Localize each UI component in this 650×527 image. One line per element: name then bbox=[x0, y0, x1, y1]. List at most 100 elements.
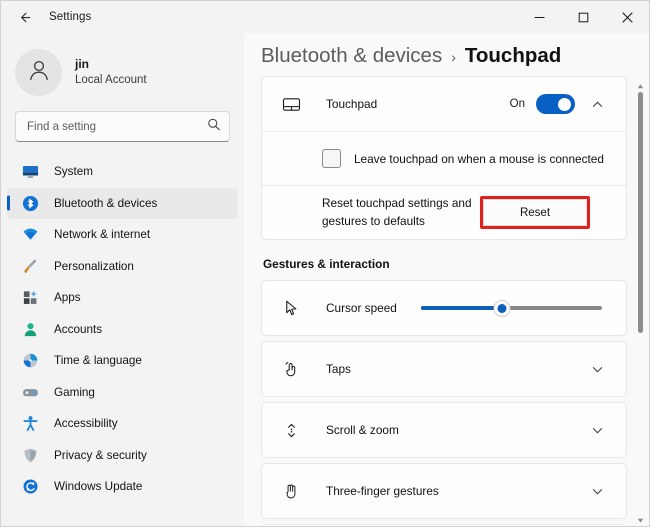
account-text: jin Local Account bbox=[75, 57, 147, 87]
account-type: Local Account bbox=[75, 73, 147, 86]
scrollbar-thumb[interactable] bbox=[638, 92, 643, 333]
sidebar-item-time-language[interactable]: Time & language bbox=[7, 345, 238, 377]
three-finger-hand-icon bbox=[280, 480, 302, 502]
scroll-zoom-row[interactable]: Scroll & zoom bbox=[262, 403, 626, 457]
touchpad-toggle-row[interactable]: Touchpad On bbox=[262, 77, 626, 131]
main-content: Bluetooth & devices › Touchpad Touchpad … bbox=[244, 33, 649, 526]
next-card-partial[interactable] bbox=[261, 524, 627, 526]
person-avatar-icon bbox=[26, 57, 52, 88]
search-input[interactable] bbox=[15, 111, 230, 142]
slider-fill bbox=[420, 306, 503, 310]
sidebar-item-bluetooth-devices[interactable]: Bluetooth & devices bbox=[7, 187, 238, 219]
three-finger-gestures-label: Three-finger gestures bbox=[326, 484, 439, 498]
avatar bbox=[15, 48, 62, 96]
cursor-arrow-icon bbox=[280, 297, 302, 319]
breadcrumb-parent-link[interactable]: Bluetooth & devices bbox=[261, 44, 442, 68]
touchpad-icon bbox=[280, 93, 302, 115]
sidebar-nav: System Bluetooth & devices Network & int… bbox=[1, 156, 244, 526]
three-finger-gestures-row[interactable]: Three-finger gestures bbox=[262, 464, 626, 518]
sidebar-item-gaming[interactable]: Gaming bbox=[7, 377, 238, 409]
cursor-speed-card: Cursor speed bbox=[261, 280, 627, 336]
reset-button-highlight: Reset bbox=[480, 196, 590, 229]
settings-scroll-area: Touchpad On Leave touchpad on when a mou… bbox=[261, 76, 649, 526]
apps-icon bbox=[21, 289, 39, 307]
sidebar-item-label: Accounts bbox=[54, 322, 103, 336]
shield-icon bbox=[21, 446, 39, 464]
touchpad-expand-button[interactable] bbox=[584, 91, 610, 117]
maximize-icon bbox=[578, 12, 589, 23]
sidebar-item-network-internet[interactable]: Network & internet bbox=[7, 219, 238, 251]
touchpad-label: Touchpad bbox=[326, 97, 378, 111]
cursor-speed-label: Cursor speed bbox=[326, 301, 397, 315]
sidebar-item-label: Accessibility bbox=[54, 417, 118, 431]
sidebar-item-apps[interactable]: Apps bbox=[7, 282, 238, 314]
sidebar-item-privacy-security[interactable]: Privacy & security bbox=[7, 440, 238, 472]
page-title: Touchpad bbox=[464, 44, 562, 67]
chevron-up-icon bbox=[591, 98, 604, 111]
sidebar-item-accounts[interactable]: Accounts bbox=[7, 314, 238, 346]
slider-thumb[interactable] bbox=[493, 299, 511, 317]
close-button[interactable] bbox=[605, 1, 649, 33]
chevron-down-icon bbox=[591, 485, 604, 498]
slider-thumb-dot bbox=[497, 303, 507, 313]
paintbrush-icon bbox=[21, 257, 39, 275]
window-body: jin Local Account Find a setting System … bbox=[1, 33, 649, 526]
sidebar-item-label: Windows Update bbox=[54, 480, 143, 494]
accessibility-person-icon bbox=[21, 415, 39, 433]
chevron-right-icon: › bbox=[451, 49, 456, 65]
sidebar-item-label: Personalization bbox=[54, 259, 134, 273]
sidebar-item-label: Gaming bbox=[54, 385, 95, 399]
chevron-down-icon bbox=[591, 424, 604, 437]
back-button[interactable] bbox=[9, 2, 39, 32]
sidebar-item-accessibility[interactable]: Accessibility bbox=[7, 408, 238, 440]
sidebar-item-personalization[interactable]: Personalization bbox=[7, 251, 238, 283]
touchpad-toggle-state: On bbox=[509, 98, 525, 110]
sidebar-item-windows-update[interactable]: Windows Update bbox=[7, 471, 238, 503]
toggle-knob bbox=[558, 97, 571, 111]
partial-row[interactable] bbox=[262, 525, 626, 526]
window-controls bbox=[517, 1, 649, 33]
clock-icon bbox=[21, 352, 39, 370]
touchpad-toggle[interactable] bbox=[536, 94, 575, 114]
leave-touchpad-checkbox-row[interactable]: Leave touchpad on when a mouse is connec… bbox=[262, 131, 626, 185]
monitor-icon bbox=[21, 163, 39, 181]
leave-touchpad-checkbox[interactable] bbox=[322, 149, 341, 168]
scroll-updown-icon bbox=[280, 419, 302, 441]
cursor-speed-slider[interactable] bbox=[420, 298, 602, 318]
update-refresh-icon bbox=[21, 478, 39, 496]
account-person-icon bbox=[21, 320, 39, 338]
window-title: Settings bbox=[49, 11, 92, 23]
three-finger-gestures-expand-button[interactable] bbox=[584, 478, 610, 504]
account-block[interactable]: jin Local Account bbox=[15, 43, 244, 101]
breadcrumb: Bluetooth & devices › Touchpad bbox=[261, 44, 649, 68]
taps-row[interactable]: Taps bbox=[262, 342, 626, 396]
sidebar-item-label: Network & internet bbox=[54, 228, 151, 242]
arrow-left-icon bbox=[17, 10, 32, 25]
reset-button[interactable]: Reset bbox=[483, 199, 587, 226]
minimize-icon bbox=[534, 12, 545, 23]
three-finger-gestures-card[interactable]: Three-finger gestures bbox=[261, 463, 627, 519]
tap-finger-icon bbox=[280, 358, 302, 380]
taps-expand-button[interactable] bbox=[584, 356, 610, 382]
gestures-section-title: Gestures & interaction bbox=[263, 257, 390, 271]
search-container bbox=[15, 111, 230, 142]
bluetooth-icon bbox=[21, 194, 39, 212]
scroll-down-arrow-icon[interactable] bbox=[634, 514, 646, 526]
maximize-button[interactable] bbox=[561, 1, 605, 33]
taps-card[interactable]: Taps bbox=[261, 341, 627, 397]
chevron-down-icon bbox=[591, 363, 604, 376]
taps-label: Taps bbox=[326, 362, 351, 376]
reset-description: Reset touchpad settings and gestures to … bbox=[322, 196, 472, 228]
scroll-zoom-card[interactable]: Scroll & zoom bbox=[261, 402, 627, 458]
scroll-up-arrow-icon[interactable] bbox=[634, 80, 646, 92]
minimize-button[interactable] bbox=[517, 1, 561, 33]
sidebar-item-label: Privacy & security bbox=[54, 448, 147, 462]
title-bar: Settings bbox=[1, 1, 649, 33]
sidebar-item-system[interactable]: System bbox=[7, 156, 238, 188]
cursor-speed-row: Cursor speed bbox=[262, 281, 626, 335]
content-scrollbar[interactable] bbox=[634, 80, 646, 526]
sidebar-item-label: Apps bbox=[54, 291, 81, 305]
scroll-zoom-expand-button[interactable] bbox=[584, 417, 610, 443]
scrollbar-trough[interactable] bbox=[634, 92, 646, 514]
sidebar: jin Local Account Find a setting System … bbox=[1, 33, 244, 526]
